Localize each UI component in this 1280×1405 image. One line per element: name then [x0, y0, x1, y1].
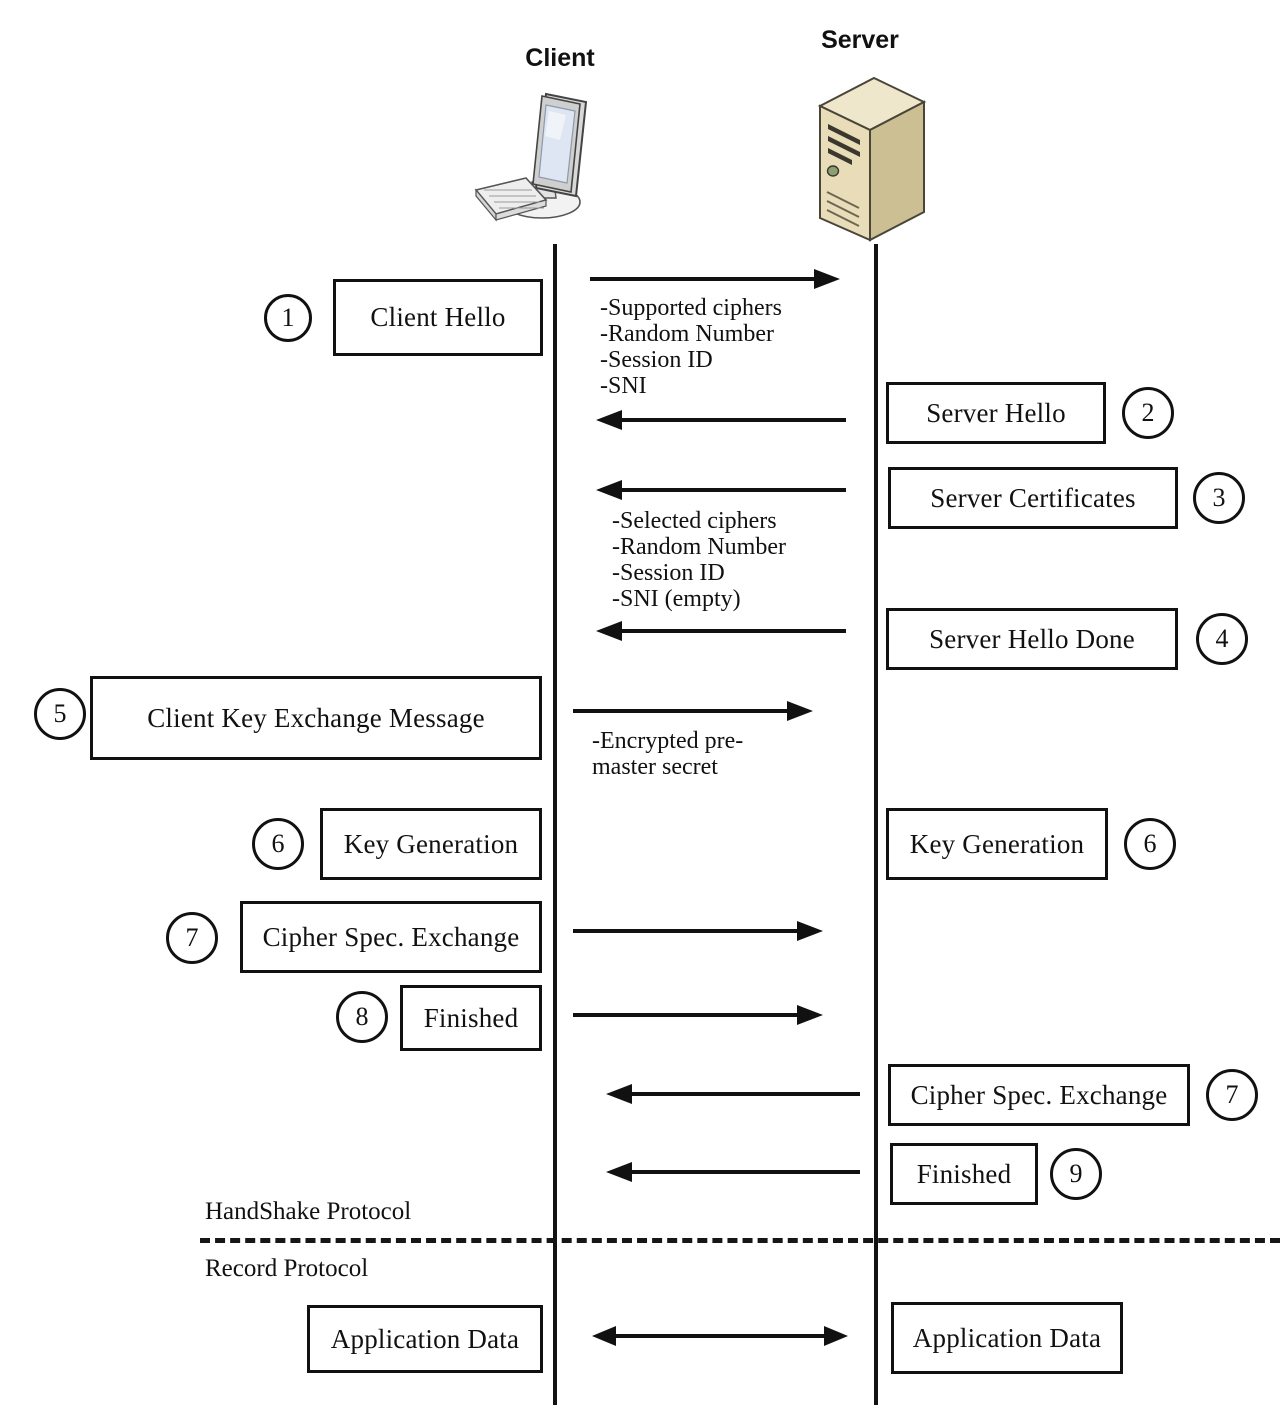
protocol-divider: [200, 1238, 1280, 1243]
step-number-6-server: 6: [1124, 818, 1176, 870]
actor-label-server: Server: [821, 26, 899, 54]
arrow-client-cipher-spec: [573, 920, 825, 942]
message-box-key-generation-server[interactable]: Key Generation: [886, 808, 1108, 880]
section-label-handshake-protocol: HandShake Protocol: [205, 1198, 412, 1225]
step-number-9: 9: [1050, 1148, 1102, 1200]
step-number-8: 8: [336, 991, 388, 1043]
message-box-cipher-spec-exchange-server[interactable]: Cipher Spec. Exchange: [888, 1064, 1190, 1126]
arrow-server-cipher-spec: [606, 1083, 860, 1105]
section-label-record-protocol: Record Protocol: [205, 1255, 369, 1282]
step-number-6-client: 6: [252, 818, 304, 870]
arrow-server-certificates: [596, 479, 846, 501]
step-number-4: 4: [1196, 613, 1248, 665]
arrow-server-hello: [596, 409, 846, 431]
annotation-client-key-exchange-params: -Encrypted pre- master secret: [592, 728, 744, 780]
arrow-client-hello: [590, 268, 842, 290]
message-box-client-key-exchange[interactable]: Client Key Exchange Message: [90, 676, 542, 760]
arrow-application-data: [592, 1325, 848, 1347]
message-box-finished-client[interactable]: Finished: [400, 985, 542, 1051]
desktop-computer-icon: [470, 78, 600, 238]
arrow-client-finished: [573, 1004, 825, 1026]
step-number-2: 2: [1122, 387, 1174, 439]
step-number-1: 1: [264, 294, 312, 342]
message-box-client-hello[interactable]: Client Hello: [333, 279, 543, 356]
message-box-server-certificates[interactable]: Server Certificates: [888, 467, 1178, 529]
message-box-finished-server[interactable]: Finished: [890, 1143, 1038, 1205]
actor-label-client: Client: [525, 44, 595, 72]
step-number-7-server: 7: [1206, 1069, 1258, 1121]
step-number-7-client: 7: [166, 912, 218, 964]
message-box-server-hello[interactable]: Server Hello: [886, 382, 1106, 444]
arrow-server-finished: [606, 1161, 860, 1183]
arrow-server-hello-done: [596, 620, 846, 642]
message-box-key-generation-client[interactable]: Key Generation: [320, 808, 542, 880]
lifeline-client: [553, 244, 557, 1405]
message-box-cipher-spec-exchange-client[interactable]: Cipher Spec. Exchange: [240, 901, 542, 973]
annotation-server-hello-params: -Selected ciphers -Random Number -Sessio…: [612, 508, 786, 612]
step-number-5: 5: [34, 688, 86, 740]
lifeline-server: [874, 244, 878, 1405]
message-box-server-hello-done[interactable]: Server Hello Done: [886, 608, 1178, 670]
step-number-3: 3: [1193, 472, 1245, 524]
message-box-application-data-server[interactable]: Application Data: [891, 1302, 1123, 1374]
annotation-client-hello-params: -Supported ciphers -Random Number -Sessi…: [600, 295, 782, 399]
arrow-client-key-exchange: [573, 700, 815, 722]
tls-handshake-diagram: Client Server 1 Client Hello -Supported …: [0, 0, 1280, 1405]
message-box-application-data-client[interactable]: Application Data: [307, 1305, 543, 1373]
server-tower-icon: [812, 72, 932, 244]
